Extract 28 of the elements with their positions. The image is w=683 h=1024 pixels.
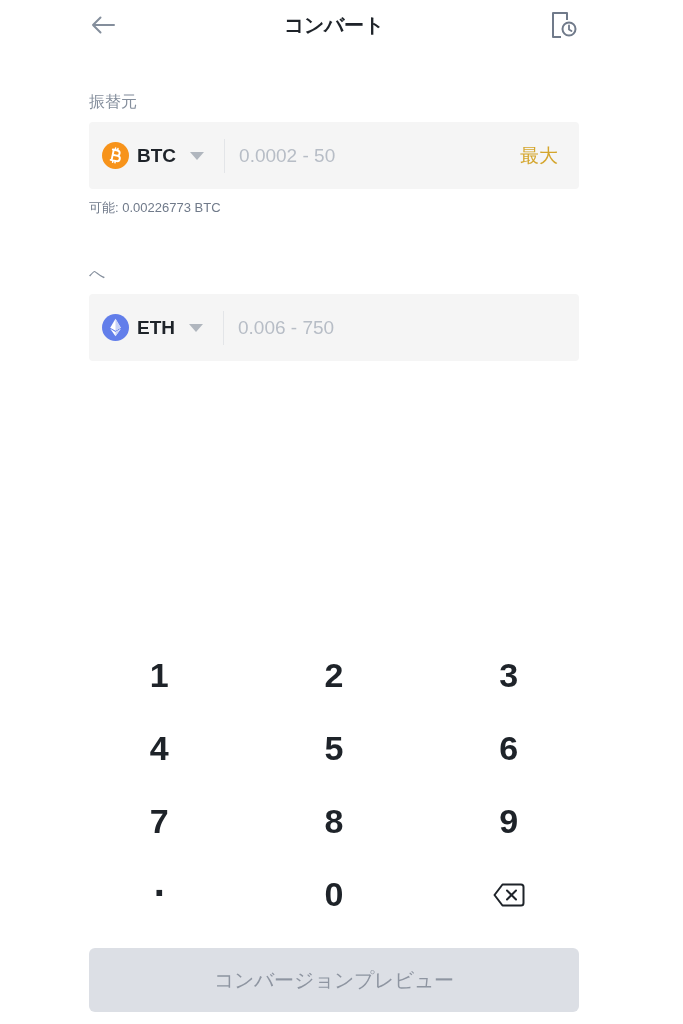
decimal-key[interactable]: . [127,865,192,924]
page-title: コンバート [284,12,384,38]
digit-key[interactable]: 6 [476,719,541,778]
coin-selector[interactable]: ETH [102,314,203,341]
digit-key[interactable]: 3 [476,646,541,705]
digit-key[interactable]: 4 [127,719,192,778]
amount-field[interactable]: 0.006 - 750 [238,312,558,343]
caret-icon [189,323,203,332]
field-label: 振替元 [89,92,137,112]
bitcoin-icon [102,142,129,169]
conversion-field[interactable]: ETH 0.006 - 750 [89,294,579,361]
digit-key[interactable]: 7 [127,792,192,851]
field-label: へ [89,264,105,284]
digit-key[interactable]: 8 [302,792,366,851]
available-balance: 可能: 0.00226773 BTC [89,200,221,216]
digit-key[interactable]: 1 [127,646,192,705]
coin-selector[interactable]: BTC [102,142,205,169]
conversion-field[interactable]: BTC 0.0002 - 50 最大 [89,122,579,189]
digit-key[interactable]: 0 [302,865,366,924]
amount-field[interactable]: 0.0002 - 50 [239,140,512,171]
ethereum-icon [102,314,129,341]
digit-key[interactable]: 5 [302,719,366,778]
document-clock-icon[interactable] [551,12,577,38]
digit-key[interactable]: 2 [302,646,366,705]
backspace-icon [492,882,525,907]
back-arrow-icon[interactable] [91,16,115,34]
digit-key[interactable]: 9 [476,792,541,851]
caret-icon [190,151,205,160]
